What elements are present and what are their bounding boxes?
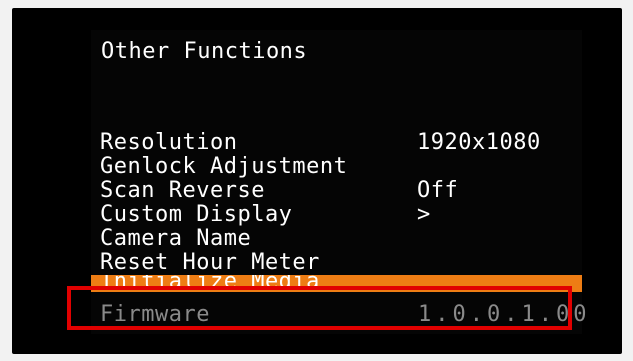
menu-item-scan-reverse[interactable]: Scan Reverse Off <box>91 179 582 203</box>
menu-item-label: Custom Display <box>100 202 293 227</box>
menu-item-value: Off <box>417 178 459 203</box>
menu-item-label: Camera Name <box>100 226 252 251</box>
other-functions-menu: Other Functions Resolution 1920x1080 Gen… <box>91 30 586 334</box>
menu-item-firmware: Firmware 1.0.0.1.00 <box>91 302 586 327</box>
menu-item-camera-name[interactable]: Camera Name <box>91 227 582 251</box>
menu-item-label: Scan Reverse <box>100 178 265 203</box>
camera-screen-frame: Other Functions Resolution 1920x1080 Gen… <box>0 0 633 361</box>
menu-title: Other Functions <box>101 39 308 64</box>
firmware-version: 1.0.0.1.00 <box>418 302 591 327</box>
menu-item-label: Genlock Adjustment <box>100 154 348 179</box>
menu-item-genlock-adjustment[interactable]: Genlock Adjustment <box>91 155 582 179</box>
menu-item-label: Reset Hour Meter <box>100 250 320 275</box>
menu-item-initialize-media[interactable]: Initialize Media <box>91 275 582 292</box>
camera-display: Other Functions Resolution 1920x1080 Gen… <box>12 8 622 354</box>
menu-item-resolution[interactable]: Resolution 1920x1080 <box>91 131 582 155</box>
menu-item-label: Firmware <box>100 302 210 327</box>
menu-item-custom-display[interactable]: Custom Display > <box>91 203 582 227</box>
menu-item-reset-hour-meter[interactable]: Reset Hour Meter <box>91 251 582 275</box>
menu-item-label: Initialize Media <box>100 275 320 292</box>
menu-item-label: Resolution <box>100 130 238 155</box>
submenu-arrow-icon: > <box>417 202 431 227</box>
menu-item-value: 1920x1080 <box>417 130 541 155</box>
